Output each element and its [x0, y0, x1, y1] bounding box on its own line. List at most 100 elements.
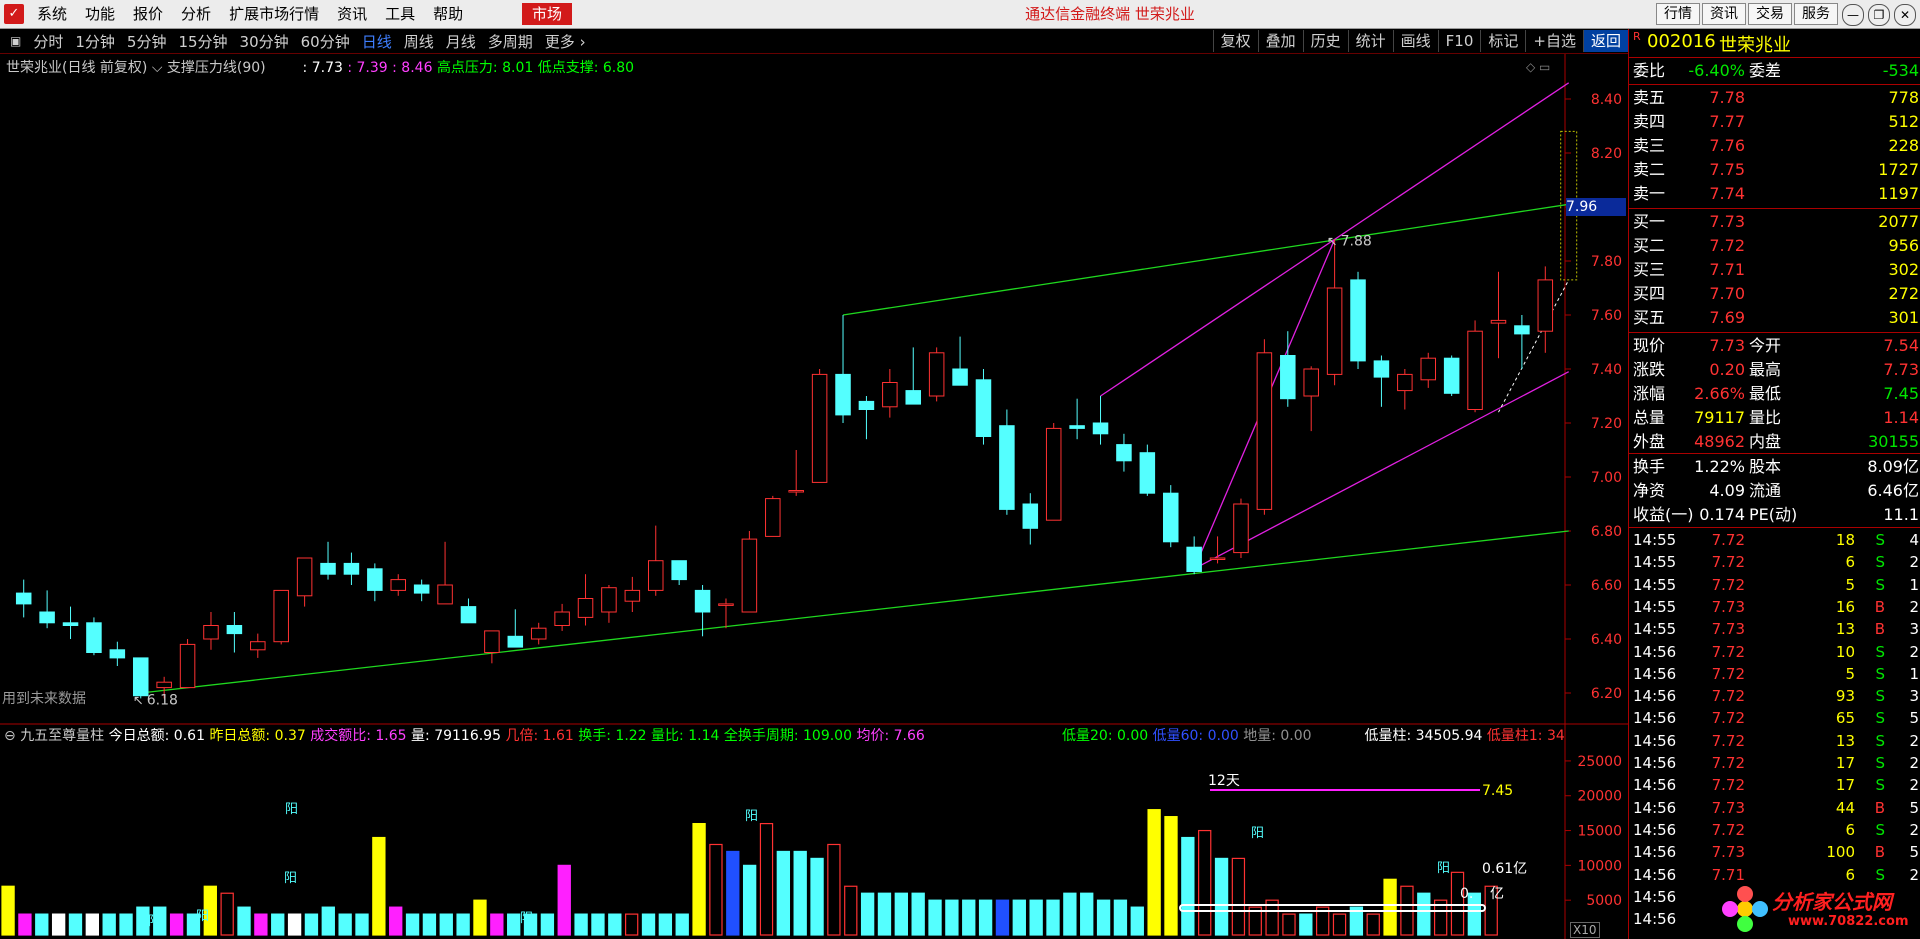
times-value: 几倍: 1.61: [505, 728, 574, 744]
tick-side: B: [1874, 798, 1885, 817]
chart-tool-button[interactable]: 统计: [1347, 30, 1393, 52]
volume-bar: [456, 913, 470, 936]
candle: [1303, 366, 1319, 432]
period-toolbar: ▣ 分时 1分钟 5分钟 15分钟 30分钟 60分钟 日线 周线 月线 多周期 更多 › 复权 叠加…: [0, 29, 1628, 54]
chart-tool-button[interactable]: 画线: [1392, 30, 1438, 52]
volume-bar: [389, 906, 403, 936]
chart-tool-button[interactable]: +自选: [1525, 30, 1583, 52]
minimize-icon[interactable]: —: [1842, 4, 1864, 26]
sub-indicator-name[interactable]: 九五至尊量柱: [20, 728, 104, 744]
tick-time: 14:56: [1633, 642, 1677, 661]
label-12days: 12天: [1208, 773, 1240, 789]
trade-button[interactable]: 交易: [1748, 3, 1792, 25]
volume-tick-label: 5000: [1586, 893, 1622, 909]
weibi-label: 委比: [1633, 61, 1666, 80]
period-tab[interactable]: 多周期: [482, 31, 539, 52]
period-tab[interactable]: 分时: [27, 31, 69, 52]
menu-item-function[interactable]: 功能: [76, 0, 124, 28]
tick-price: 7.72: [1711, 709, 1745, 728]
menu-item-tools[interactable]: 工具: [376, 0, 424, 28]
candle: [203, 612, 219, 650]
tick-row: 14:56 7.72 13 S 2: [1633, 730, 1919, 752]
menu-item-help[interactable]: 帮助: [424, 0, 472, 28]
chart-settings-icon[interactable]: ◇ ▭: [1526, 60, 1550, 74]
quote-button[interactable]: 行情: [1656, 3, 1700, 25]
market-button[interactable]: 市场: [522, 3, 572, 25]
candle: [39, 590, 55, 629]
volume-bar: [793, 850, 807, 936]
period-tab[interactable]: 更多 ›: [539, 31, 592, 52]
ask-price: 7.75: [1709, 160, 1745, 179]
candle: [624, 576, 641, 612]
period-tab[interactable]: 1分钟: [69, 31, 121, 52]
volume-bar: [68, 913, 83, 936]
bid-volume: 956: [1888, 236, 1919, 255]
sub-indicator-icon[interactable]: ⊖: [4, 728, 16, 744]
volume-chart[interactable]: 25000200001500010000500012天7.450.61亿0. 亿阳…: [0, 725, 1628, 939]
finance-label: 流通: [1749, 481, 1782, 500]
volume-bar: [928, 899, 942, 936]
candlestick-chart[interactable]: 8.408.208.007.807.607.407.207.006.806.60…: [0, 54, 1628, 725]
volume-bar: [355, 913, 369, 936]
menu-item-ext-market[interactable]: 扩展市场行情: [220, 0, 328, 28]
period-tab[interactable]: 30分钟: [234, 31, 295, 52]
chart-tool-button[interactable]: 历史: [1302, 30, 1348, 52]
menu-item-analysis[interactable]: 分析: [172, 0, 220, 28]
volume-bar: [169, 913, 184, 936]
low-point-label: 6.18: [147, 692, 178, 708]
menu-item-system[interactable]: 系统: [28, 0, 76, 28]
tick-row: 14:56 7.72 65 S 5: [1633, 707, 1919, 729]
period-tab[interactable]: 周线: [398, 31, 440, 52]
volume-bar: [1029, 899, 1043, 936]
service-button[interactable]: 服务: [1794, 3, 1838, 25]
finance-value: 4.09: [1709, 481, 1745, 500]
ask-label: 卖五: [1633, 88, 1666, 107]
period-tab[interactable]: 60分钟: [295, 31, 356, 52]
candle: [1467, 320, 1483, 413]
chart-tool-button[interactable]: 叠加: [1257, 30, 1303, 52]
tick-count: 1: [1909, 664, 1919, 683]
period-tab[interactable]: 15分钟: [172, 31, 233, 52]
ask-volume: 778: [1888, 88, 1919, 107]
panel-toggle-icon[interactable]: ▣: [4, 34, 27, 48]
restore-icon[interactable]: ❐: [1868, 4, 1890, 26]
yang-label: 阳: [148, 914, 161, 929]
app-title: 通达信金融终端 世荣兆业: [1025, 5, 1195, 23]
bid-price: 7.71: [1709, 260, 1745, 279]
stat-label: 涨跌: [1633, 360, 1666, 379]
stat-value: 79117: [1694, 408, 1745, 427]
chart-tool-button[interactable]: 标记: [1480, 30, 1525, 52]
candle: [1209, 536, 1226, 564]
stat-value: 48962: [1694, 432, 1745, 451]
volume-bar: [220, 892, 234, 936]
candle: [320, 541, 336, 580]
tick-time: 14:55: [1633, 531, 1677, 549]
close-icon[interactable]: ✕: [1894, 4, 1916, 26]
tick-volume: 13: [1835, 620, 1855, 639]
menu-item-news[interactable]: 资讯: [328, 0, 376, 28]
candle: [179, 639, 196, 689]
chart-tool-button[interactable]: F10: [1437, 30, 1481, 52]
period-tab[interactable]: 日线: [356, 31, 398, 52]
menu-item-quote[interactable]: 报价: [124, 0, 172, 28]
candle: [1420, 352, 1437, 388]
volume-bar: [1181, 836, 1195, 936]
period-tab[interactable]: 月线: [440, 31, 482, 52]
volume-bar: [35, 913, 49, 936]
stat-row: 现价 7.73 今开 7.54: [1633, 334, 1919, 358]
future-data-note: 用到未来数据: [2, 691, 86, 707]
period-tab[interactable]: 5分钟: [121, 31, 173, 52]
tick-time: 14:56: [1633, 887, 1677, 906]
tick-volume: 10: [1835, 642, 1855, 661]
chart-tool-button[interactable]: 复权: [1212, 30, 1258, 52]
tick-volume: 17: [1835, 754, 1855, 772]
volume-bar: [709, 843, 723, 936]
turnover-value: 换手: 1.22: [578, 728, 647, 744]
volume-bar: [827, 843, 841, 936]
weibi-value: -6.40%: [1688, 61, 1745, 80]
volume-bar: [945, 899, 959, 936]
chart-tool-button[interactable]: 返回: [1582, 30, 1628, 52]
finance-row: 收益(一) 0.174 PE(动) 11.1: [1633, 503, 1919, 527]
news-button[interactable]: 资讯: [1702, 3, 1746, 25]
volume-bar: [102, 913, 116, 936]
